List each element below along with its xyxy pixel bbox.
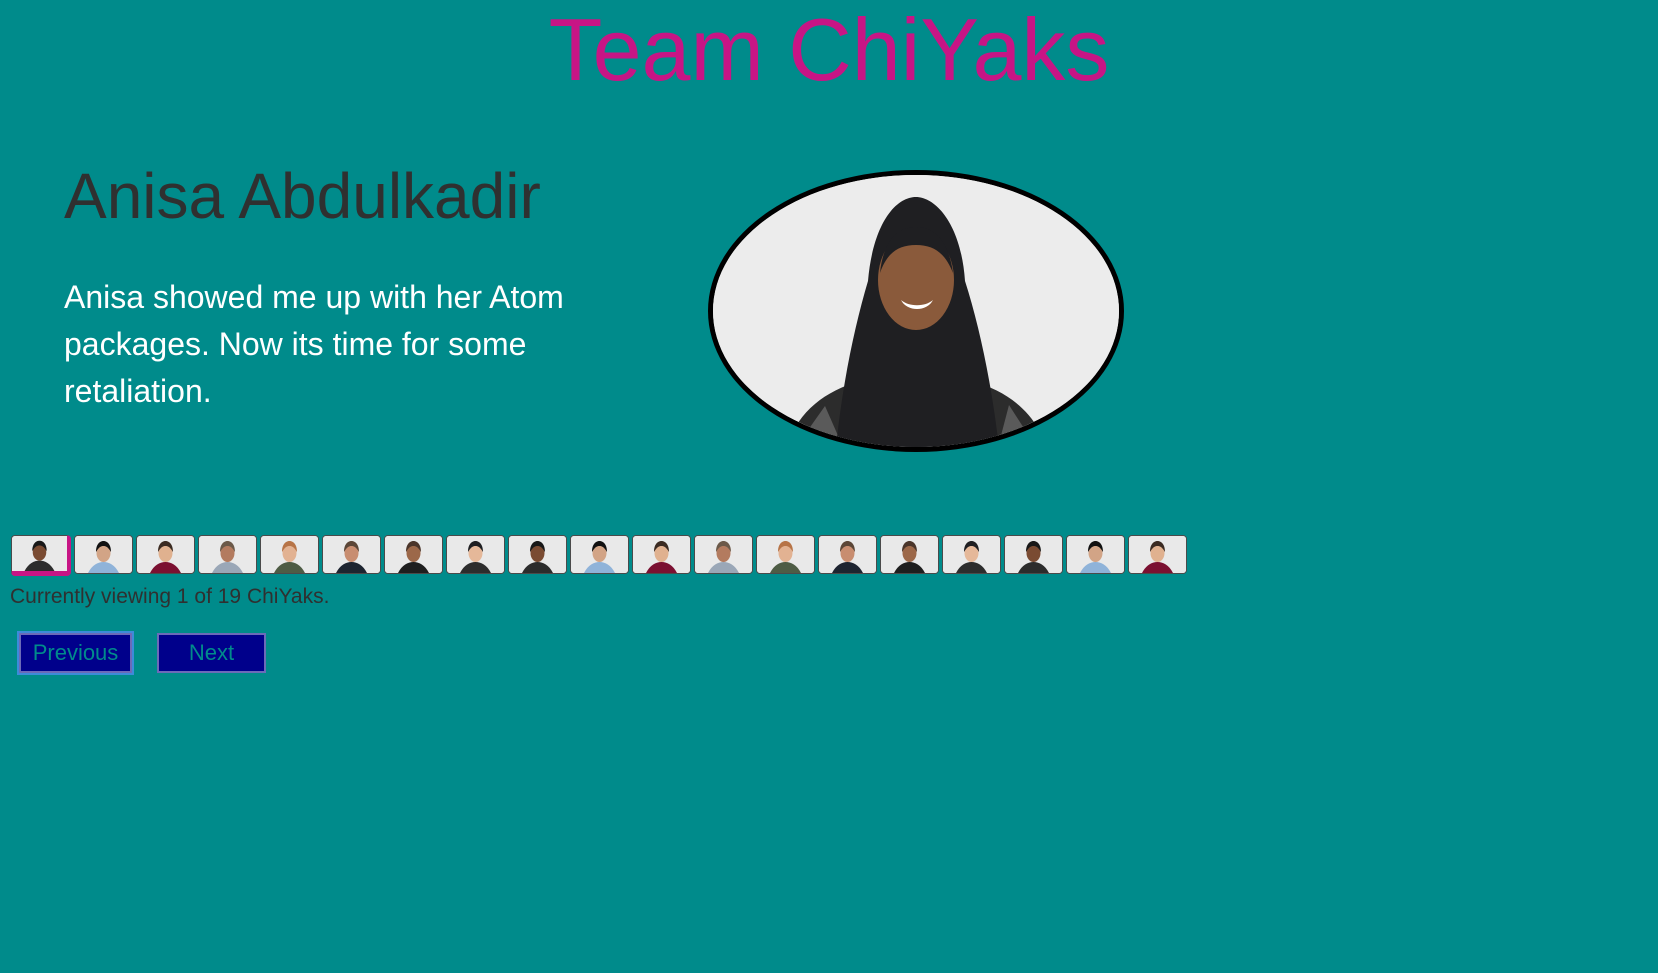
person-thumbnail-icon bbox=[571, 536, 628, 573]
thumbnail-strip bbox=[11, 535, 1187, 576]
thumbnail-4[interactable] bbox=[198, 535, 257, 574]
person-thumbnail-icon bbox=[757, 536, 814, 573]
person-thumbnail-icon bbox=[261, 536, 318, 573]
thumbnail-17[interactable] bbox=[1004, 535, 1063, 574]
viewing-status: Currently viewing 1 of 19 ChiYaks. bbox=[10, 585, 330, 608]
page-title: Team ChiYaks bbox=[548, 0, 1110, 99]
person-thumbnail-icon bbox=[881, 536, 938, 573]
person-thumbnail-icon bbox=[323, 536, 380, 573]
person-thumbnail-icon bbox=[1067, 536, 1124, 573]
person-thumbnail-icon bbox=[385, 536, 442, 573]
thumbnail-19[interactable] bbox=[1128, 535, 1187, 574]
person-thumbnail-icon bbox=[509, 536, 566, 573]
person-thumbnail-icon bbox=[447, 536, 504, 573]
person-portrait bbox=[708, 170, 1124, 452]
person-thumbnail-icon bbox=[75, 536, 132, 573]
previous-button[interactable]: Previous bbox=[19, 633, 132, 673]
thumbnail-3[interactable] bbox=[136, 535, 195, 574]
thumbnail-5[interactable] bbox=[260, 535, 319, 574]
thumbnail-1[interactable] bbox=[11, 535, 71, 576]
thumbnail-18[interactable] bbox=[1066, 535, 1125, 574]
thumbnail-15[interactable] bbox=[880, 535, 939, 574]
thumbnail-14[interactable] bbox=[818, 535, 877, 574]
thumbnail-16[interactable] bbox=[942, 535, 1001, 574]
person-thumbnail-icon bbox=[1005, 536, 1062, 573]
thumbnail-13[interactable] bbox=[756, 535, 815, 574]
person-thumbnail-icon bbox=[943, 536, 1000, 573]
person-name: Anisa Abdulkadir bbox=[64, 160, 541, 232]
person-portrait-icon bbox=[713, 175, 1119, 447]
person-thumbnail-icon bbox=[695, 536, 752, 573]
person-thumbnail-icon bbox=[1129, 536, 1186, 573]
person-thumbnail-icon bbox=[199, 536, 256, 573]
person-thumbnail-icon bbox=[137, 536, 194, 573]
next-button[interactable]: Next bbox=[157, 633, 266, 673]
person-bio: Anisa showed me up with her Atom package… bbox=[64, 279, 564, 409]
thumbnail-6[interactable] bbox=[322, 535, 381, 574]
thumbnail-9[interactable] bbox=[508, 535, 567, 574]
thumbnail-12[interactable] bbox=[694, 535, 753, 574]
profile-details: Anisa Abdulkadir Anisa showed me up with… bbox=[64, 150, 624, 415]
person-thumbnail-icon bbox=[633, 536, 690, 573]
person-thumbnail-icon bbox=[12, 536, 67, 571]
thumbnail-8[interactable] bbox=[446, 535, 505, 574]
person-thumbnail-icon bbox=[819, 536, 876, 573]
thumbnail-7[interactable] bbox=[384, 535, 443, 574]
thumbnail-2[interactable] bbox=[74, 535, 133, 574]
thumbnail-10[interactable] bbox=[570, 535, 629, 574]
thumbnail-11[interactable] bbox=[632, 535, 691, 574]
